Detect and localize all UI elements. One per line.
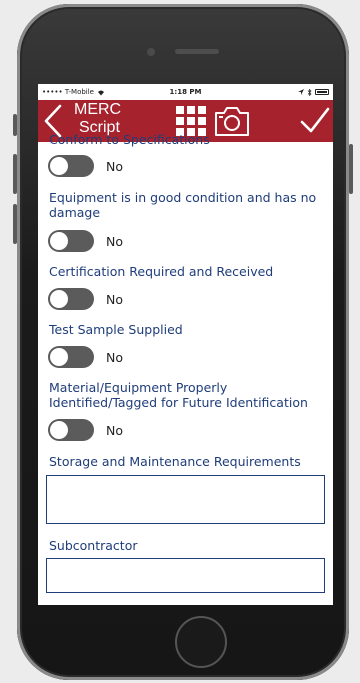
toggle-value: No [106, 233, 123, 249]
toggle-row-certification[interactable]: No [48, 288, 123, 310]
wifi-icon [98, 90, 104, 95]
title-line-1: MERC [74, 101, 122, 118]
form-content: Conform to Specifications No Equipment i… [38, 132, 333, 605]
field-label-identified: Material/Equipment Properly Identified/T… [49, 380, 308, 410]
battery-icon [315, 89, 330, 95]
field-label-condition: Equipment is in good condition and has n… [49, 190, 317, 220]
earpiece-speaker [175, 49, 219, 54]
toggle-row-test-sample[interactable]: No [48, 346, 123, 368]
field-label-conform: Conform to Specifications [49, 132, 210, 147]
power-button [349, 144, 353, 194]
toggle-value: No [106, 349, 123, 365]
volume-up-button [13, 154, 17, 194]
subcontractor-input[interactable] [46, 558, 325, 593]
toggle-row-conform[interactable]: No [48, 155, 123, 177]
field-label-storage: Storage and Maintenance Requirements [49, 454, 301, 469]
toggle-switch[interactable] [48, 230, 94, 252]
toggle-switch[interactable] [48, 155, 94, 177]
field-label-subcontractor: Subcontractor [49, 538, 138, 553]
field-label-certification: Certification Required and Received [49, 264, 274, 279]
field-label-test-sample: Test Sample Supplied [49, 322, 183, 337]
home-button[interactable] [175, 616, 227, 668]
mute-switch [13, 114, 17, 136]
toggle-knob [50, 232, 68, 250]
toggle-knob [50, 157, 68, 175]
app-screen: ••••• T-Mobile 1:18 PM MERC Script Confo… [38, 84, 333, 605]
toggle-value: No [106, 291, 123, 307]
toggle-row-identified[interactable]: No [48, 419, 123, 441]
status-time: 1:18 PM [169, 88, 202, 96]
toggle-switch[interactable] [48, 346, 94, 368]
toggle-knob [50, 290, 68, 308]
location-icon [298, 89, 305, 95]
toggle-value: No [106, 158, 123, 174]
storage-input[interactable] [46, 475, 325, 524]
toggle-switch[interactable] [48, 419, 94, 441]
status-bar: ••••• T-Mobile 1:18 PM [38, 84, 333, 100]
toggle-value: No [106, 422, 123, 438]
volume-down-button [13, 204, 17, 244]
carrier-text: ••••• T-Mobile [42, 88, 94, 96]
bluetooth-icon [307, 88, 312, 96]
toggle-knob [50, 421, 68, 439]
toggle-knob [50, 348, 68, 366]
toggle-row-condition[interactable]: No [48, 230, 123, 252]
front-camera [147, 48, 155, 56]
toggle-switch[interactable] [48, 288, 94, 310]
